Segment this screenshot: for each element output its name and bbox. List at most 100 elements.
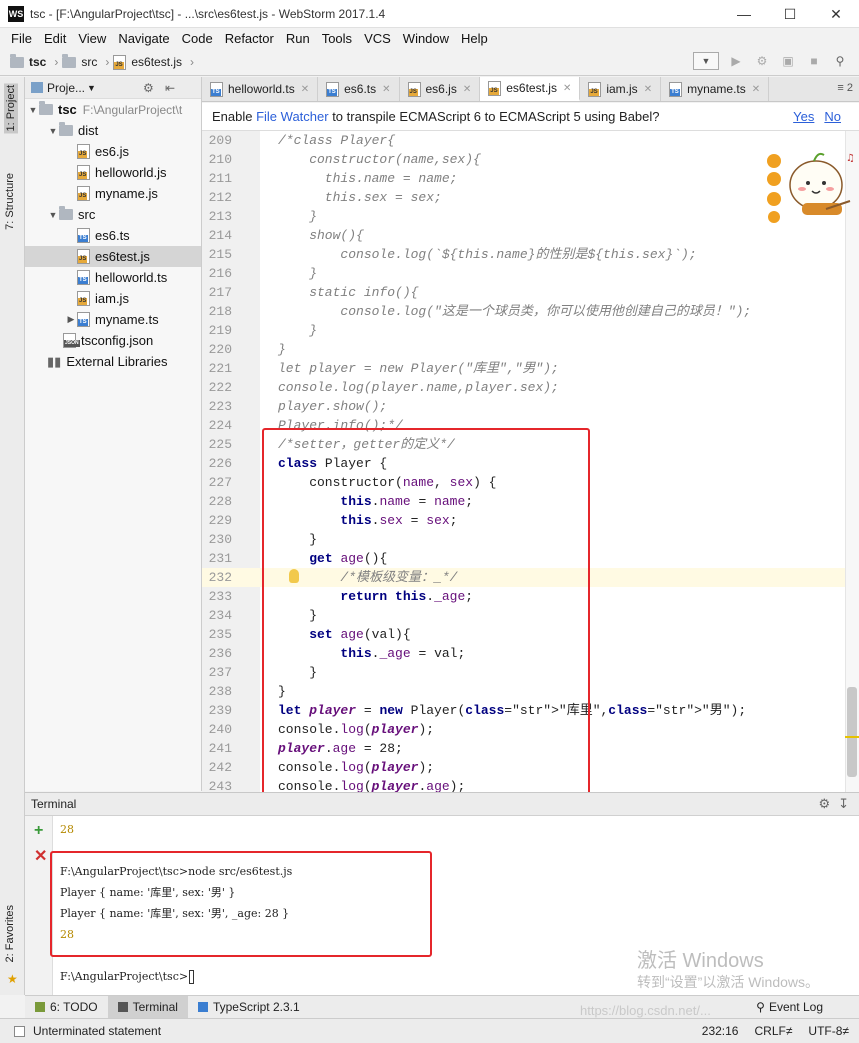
code-line[interactable]: 226 class Player { [202,454,859,473]
close-tab-icon[interactable]: ✕ [382,84,390,95]
code-line[interactable]: 236 this._age = val; [202,644,859,663]
collapse-icon[interactable]: ⇤ [165,81,175,95]
code-line[interactable]: 218 console.log("这是一个球员类，你可以使用他创建自己的球员！"… [202,302,859,321]
tree-file[interactable]: JSON tsconfig.json [25,330,201,351]
code-line[interactable]: 211 this.name = name; [202,169,859,188]
code-line[interactable]: 224 Player.info();*/ [202,416,859,435]
code-line[interactable]: 232 /*模板级变量：_*/ [202,568,859,587]
code-line[interactable]: 242 console.log(player); [202,758,859,777]
tree-file[interactable]: JS es6.js [25,141,201,162]
tab-project[interactable]: 1: Project [4,83,18,134]
tree-folder-src[interactable]: ▼ src [25,204,201,225]
tab-terminal[interactable]: Terminal [107,995,188,1019]
breadcrumb-file[interactable]: JS es6test.js [113,54,182,70]
close-button[interactable]: ✕ [813,0,859,28]
tabs-overflow-button[interactable]: ≡ 2 [837,82,853,94]
close-tab-icon[interactable]: ✕ [463,84,471,95]
search-icon[interactable]: ⚲ [831,52,849,70]
code-line[interactable]: 238} [202,682,859,701]
new-session-icon[interactable]: + [34,822,43,840]
code-line[interactable]: 214 show(){ [202,226,859,245]
menu-run[interactable]: Run [280,31,316,46]
menu-view[interactable]: View [72,31,112,46]
code-line[interactable]: 222 console.log(player.name,player.sex); [202,378,859,397]
tab-structure[interactable]: 7: Structure [4,173,16,230]
breadcrumb-src[interactable]: src [62,53,97,69]
no-link[interactable]: No [824,109,841,124]
code-editor[interactable]: 209 /*class Player{210 constructor(name,s… [202,131,859,792]
code-line[interactable]: 216 } [202,264,859,283]
settings-icon[interactable]: ⚙ [143,81,154,95]
code-line[interactable]: 213 } [202,207,859,226]
maximize-button[interactable]: ☐ [767,0,813,28]
close-tab-icon[interactable]: ✕ [563,83,571,94]
code-line[interactable]: 217 static info(){ [202,283,859,302]
code-line[interactable]: 233 return this._age; [202,587,859,606]
code-line[interactable]: 237 } [202,663,859,682]
tree-file[interactable]: ▶ TS myname.ts [25,309,201,330]
file-encoding[interactable]: UTF-8≠ [808,1024,849,1038]
tree-folder-dist[interactable]: ▼ dist [25,120,201,141]
run-config-dropdown[interactable]: ▼ [693,52,719,70]
code-line[interactable]: 241 player.age = 28; [202,739,859,758]
tab-todo[interactable]: 6: TODO [25,996,108,1019]
menu-edit[interactable]: Edit [38,31,72,46]
menu-tools[interactable]: Tools [316,31,358,46]
close-tab-icon[interactable]: ✕ [752,84,760,95]
minimize-button[interactable]: — [721,0,767,28]
menu-window[interactable]: Window [397,31,455,46]
project-header[interactable]: Proje... ▼ ⚙ ⇤ [25,77,201,99]
code-line[interactable]: 240 console.log(player); [202,720,859,739]
run-icon[interactable]: ▶ [727,52,745,70]
coverage-icon[interactable]: ▣ [779,52,797,70]
code-line[interactable]: 210 constructor(name,sex){ [202,150,859,169]
menu-file[interactable]: File [5,31,38,46]
tab-helloworld-ts[interactable]: TS helloworld.ts ✕ [202,77,319,101]
event-log-button[interactable]: ⚲ Event Log [756,1000,823,1014]
tree-file-selected[interactable]: JS es6test.js [25,246,201,267]
code-line[interactable]: 239 let player = new Player(class="str">"… [202,701,859,720]
code-line[interactable]: 221 let player = new Player("库里","男"); [202,359,859,378]
code-line[interactable]: 219 } [202,321,859,340]
code-line[interactable]: 231 get age(){ [202,549,859,568]
close-session-icon[interactable]: ✕ [34,846,47,866]
terminal-hide-icon[interactable]: ↧ [838,796,849,812]
tree-root[interactable]: ▼ tsc F:\AngularProject\t [25,99,201,120]
menu-vcs[interactable]: VCS [358,31,397,46]
tab-es6-ts[interactable]: TS es6.ts ✕ [318,77,400,101]
code-line[interactable]: 229 this.sex = sex; [202,511,859,530]
tab-myname-ts[interactable]: TS myname.ts ✕ [661,77,770,101]
yes-link[interactable]: Yes [793,109,814,124]
code-line[interactable]: 235 set age(val){ [202,625,859,644]
code-line[interactable]: 230 } [202,530,859,549]
tab-es6-js[interactable]: JS es6.js ✕ [400,77,481,101]
code-line[interactable]: 234 } [202,606,859,625]
code-line[interactable]: 220} [202,340,859,359]
breadcrumb-root[interactable]: tsc [10,53,46,69]
tree-file[interactable]: TS helloworld.ts [25,267,201,288]
file-watcher-link[interactable]: File Watcher [256,109,328,124]
menu-help[interactable]: Help [455,31,494,46]
menu-code[interactable]: Code [176,31,219,46]
tree-file[interactable]: TS es6.ts [25,225,201,246]
tool-windows-toggle-icon[interactable] [14,1025,25,1037]
code-line[interactable]: 225 /*setter，getter的定义*/ [202,435,859,454]
code-line[interactable]: 209 /*class Player{ [202,131,859,150]
tab-es6test-js[interactable]: JS es6test.js ✕ [480,77,581,101]
tab-iam-js[interactable]: JS iam.js ✕ [580,77,662,101]
terminal-settings-icon[interactable]: ⚙ [818,796,830,812]
code-line[interactable]: 243 console.log(player.age); [202,777,859,792]
code-line[interactable]: 215 console.log(`${this.name}的性别是${this.… [202,245,859,264]
close-tab-icon[interactable]: ✕ [301,84,309,95]
caret-position[interactable]: 232:16 [702,1024,739,1038]
tree-file[interactable]: JS myname.js [25,183,201,204]
code-line[interactable]: 228 this.name = name; [202,492,859,511]
tree-file[interactable]: JS helloworld.js [25,162,201,183]
code-line[interactable]: 223 player.show(); [202,397,859,416]
close-tab-icon[interactable]: ✕ [644,84,652,95]
menu-refactor[interactable]: Refactor [219,31,280,46]
debug-icon[interactable]: ⚙ [753,52,771,70]
code-line[interactable]: 212 this.sex = sex; [202,188,859,207]
scrollbar-thumb[interactable] [847,687,857,777]
tree-external-libraries[interactable]: ▮▮ External Libraries [25,351,201,372]
